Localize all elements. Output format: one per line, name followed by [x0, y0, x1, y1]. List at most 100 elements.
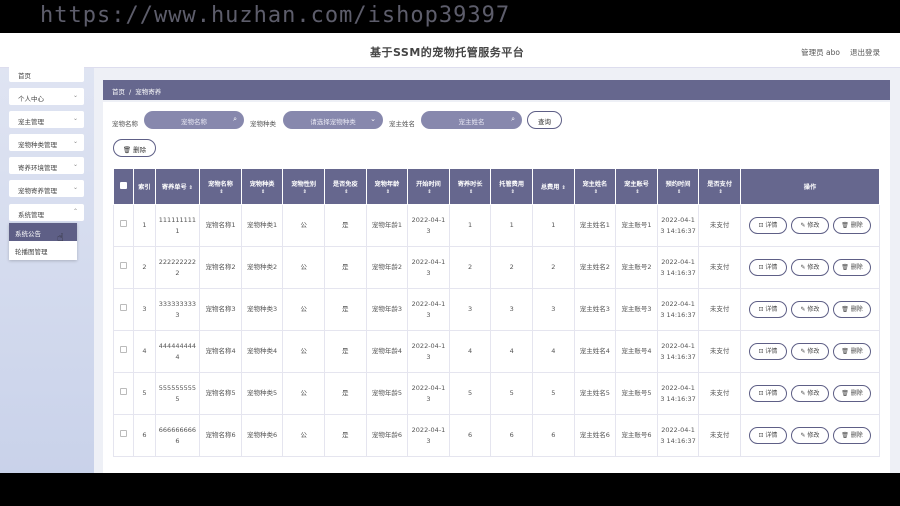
table-cell: 宠物年龄1	[365, 204, 409, 247]
current-user[interactable]: 管理员 abo	[801, 47, 840, 58]
column-header[interactable]: 托管费用 ⇕	[490, 168, 533, 205]
table-row: 6 6666666666 宠物名称6 宠物种类6 公是宠物年龄6 2022-04-13 6 6…	[112, 414, 881, 457]
table-cell: 宠物名称6	[199, 414, 242, 457]
sidebar-item-pet-type[interactable]: 宠物种类管理 ⌄	[9, 134, 84, 151]
row-checkbox[interactable]	[120, 430, 128, 438]
edit-button-label: 修改	[807, 390, 820, 397]
column-header[interactable]: 宠物名称 ⇕	[199, 168, 242, 205]
row-checkbox-cell[interactable]	[112, 288, 135, 331]
row-checkbox-cell[interactable]	[112, 414, 135, 457]
sort-icon[interactable]: ⇕	[677, 189, 681, 195]
column-header[interactable]: 是否支付 ⇕	[698, 168, 741, 205]
delete-button[interactable]: 🗑 删除	[832, 259, 871, 276]
trash-icon: 🗑	[122, 146, 134, 154]
table-row: 4 4444444444 宠物名称4 宠物种类4 公是宠物年龄4 2022-04-13 4 4…	[112, 330, 881, 373]
select-all-checkbox[interactable]	[120, 182, 128, 189]
chevron-down-icon: ⌄	[72, 138, 78, 145]
sidebar-item-boarding[interactable]: 宠物寄养管理 ⌄	[9, 180, 84, 197]
sort-icon[interactable]: ⇕	[219, 189, 223, 195]
row-checkbox-cell[interactable]	[112, 204, 135, 247]
table-cell: 2022-04-13	[407, 288, 450, 331]
sidebar-item-environment[interactable]: 寄养环境管理 ⌄	[9, 157, 84, 174]
breadcrumb-home[interactable]: 首页	[112, 88, 125, 96]
table-cell: 是	[324, 246, 367, 289]
row-checkbox-cell[interactable]	[112, 330, 135, 373]
table-cell: 宠物名称2	[199, 246, 242, 289]
edit-button[interactable]: ✎ 修改	[790, 301, 829, 318]
trash-icon: 🗑	[841, 390, 851, 397]
sidebar: 首页 个人中心 ⌄ 宠主管理 ⌄ 宠物种类管理 ⌄ 寄养环境管理 ⌄ 宠物寄养管理 ⌄ 系…	[0, 65, 94, 473]
logout-link[interactable]: 退出登录	[850, 47, 880, 58]
edit-button[interactable]: ✎ 修改	[790, 427, 829, 444]
search-icon: ⌕	[511, 115, 515, 123]
row-checkbox[interactable]	[120, 304, 128, 312]
column-header[interactable]: 宠主姓名 ⇕	[573, 168, 617, 205]
row-checkbox[interactable]	[120, 346, 128, 354]
sidebar-item-owner[interactable]: 宠主管理 ⌄	[9, 111, 84, 128]
sort-icon[interactable]: ⇕	[189, 185, 193, 191]
query-button[interactable]: 查询	[527, 111, 562, 129]
batch-delete-button[interactable]: 🗑 删除	[113, 139, 156, 157]
sidebar-item-home[interactable]: 首页	[9, 65, 84, 82]
delete-button[interactable]: 🗑 删除	[832, 427, 871, 444]
sort-icon[interactable]: ⇕	[561, 185, 565, 191]
edit-button[interactable]: ✎ 修改	[790, 385, 829, 402]
table-cell: 2022-04-13 14:16:37	[656, 246, 700, 289]
column-header[interactable]: 宠物性别 ⇕	[282, 168, 325, 205]
detail-button[interactable]: ⊡ 详情	[748, 301, 787, 318]
sort-icon[interactable]: ⇕	[594, 189, 598, 195]
edit-button[interactable]: ✎ 修改	[790, 343, 829, 360]
sort-icon[interactable]: ⇕	[261, 189, 265, 195]
delete-button[interactable]: 🗑 删除	[832, 385, 871, 402]
select-all-checkbox-cell[interactable]	[112, 168, 135, 205]
table-cell: 2	[531, 246, 575, 289]
pet-type-select[interactable]: 请选择宠物种类 ⌄	[283, 111, 383, 129]
submenu-item-carousel[interactable]: 轮播图管理	[9, 241, 77, 259]
sort-icon[interactable]: ⇕	[386, 189, 390, 195]
sort-icon[interactable]: ⇕	[635, 189, 639, 195]
row-checkbox[interactable]	[120, 388, 128, 396]
row-checkbox-cell[interactable]	[112, 246, 135, 289]
detail-button[interactable]: ⊡ 详情	[748, 343, 787, 360]
sidebar-item-system[interactable]: 系统管理 ⌃	[9, 204, 84, 221]
sort-icon[interactable]: ⇕	[469, 189, 473, 195]
trash-icon: 🗑	[841, 264, 851, 271]
delete-button[interactable]: 🗑 删除	[832, 343, 871, 360]
table-cell: 3333333333	[154, 288, 201, 331]
column-header: 索引	[133, 168, 156, 205]
row-checkbox[interactable]	[120, 262, 128, 270]
sort-icon[interactable]: ⇕	[511, 189, 515, 195]
sort-icon[interactable]: ⇕	[427, 189, 431, 195]
detail-button[interactable]: ⊡ 详情	[748, 217, 787, 234]
detail-button[interactable]: ⊡ 详情	[748, 259, 787, 276]
column-header[interactable]: 预约时间 ⇕	[656, 168, 700, 205]
sidebar-item-profile[interactable]: 个人中心 ⌄	[9, 88, 84, 105]
pet-name-input[interactable]: 宠物名称 ⌕	[144, 111, 244, 129]
column-header[interactable]: 宠主账号 ⇕	[615, 168, 658, 205]
owner-name-input[interactable]: 宠主姓名 ⌕	[421, 111, 522, 129]
detail-button[interactable]: ⊡ 详情	[748, 427, 787, 444]
column-header[interactable]: 总费用 ⇕	[531, 168, 575, 205]
edit-button[interactable]: ✎ 修改	[790, 259, 829, 276]
column-header[interactable]: 是否免疫 ⇕	[324, 168, 367, 205]
delete-button[interactable]: 🗑 删除	[832, 301, 871, 318]
detail-button[interactable]: ⊡ 详情	[748, 385, 787, 402]
column-header[interactable]: 宠物年龄 ⇕	[365, 168, 409, 205]
table-cell: 宠主账号6	[615, 414, 658, 457]
column-header[interactable]: 宠物种类 ⇕	[240, 168, 284, 205]
delete-button[interactable]: 🗑 删除	[832, 217, 871, 234]
column-header[interactable]: 寄养时长 ⇕	[448, 168, 492, 205]
row-checkbox[interactable]	[120, 220, 128, 228]
search-icon: ⌕	[233, 115, 237, 123]
table-cell: 5	[448, 372, 492, 415]
sort-icon[interactable]: ⇕	[344, 189, 348, 195]
row-checkbox-cell[interactable]	[112, 372, 135, 415]
column-header[interactable]: 寄养单号 ⇕	[154, 168, 201, 205]
sort-icon[interactable]: ⇕	[719, 189, 723, 195]
column-header[interactable]: 开始时间 ⇕	[407, 168, 450, 205]
edit-button[interactable]: ✎ 修改	[790, 217, 829, 234]
table-cell: 1	[531, 204, 575, 247]
detail-button-label: 详情	[765, 432, 778, 439]
sort-icon[interactable]: ⇕	[303, 189, 307, 195]
submenu-item-notice[interactable]: 系统公告	[9, 223, 77, 241]
